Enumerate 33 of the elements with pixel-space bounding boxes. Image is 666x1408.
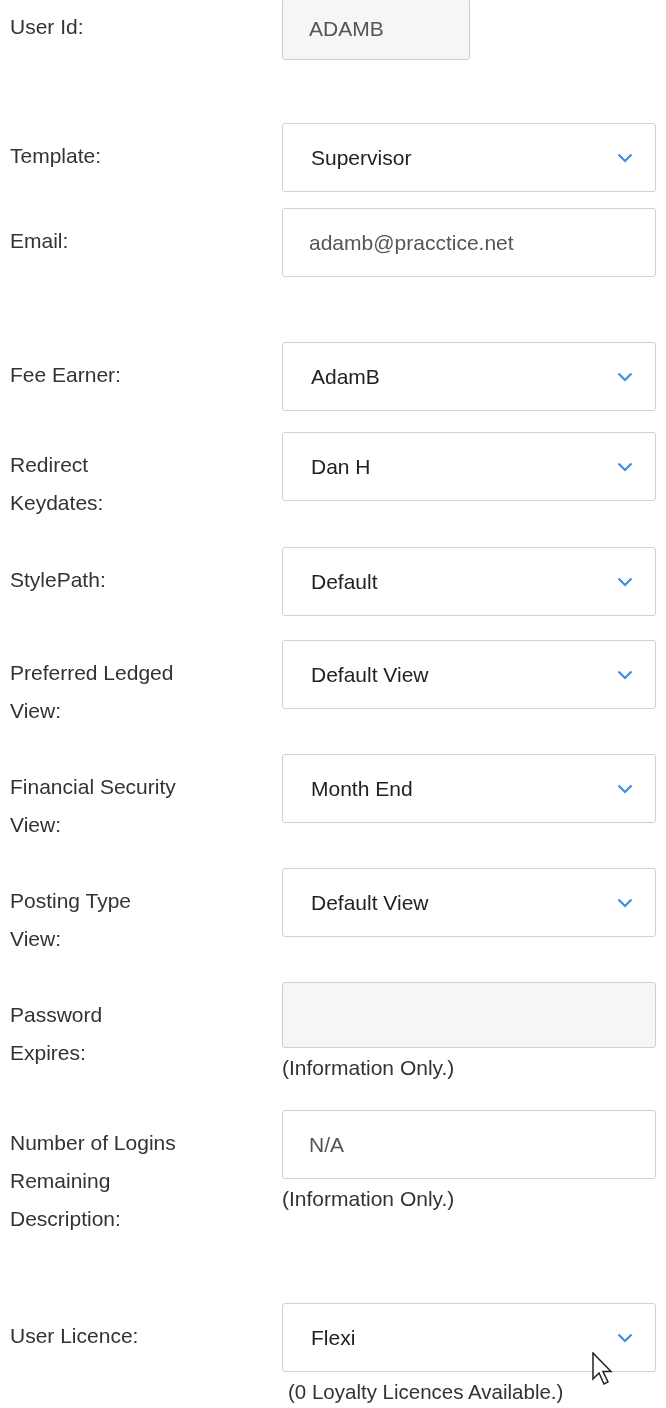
field-label: Email: [9, 228, 70, 254]
info-note: (Information Only.) [282, 1055, 456, 1081]
field-label: Posting Type View: [9, 888, 133, 952]
field-label: Redirect Keydates: [9, 452, 105, 516]
field-label: Financial Security View: [9, 774, 177, 838]
chevron-down-icon [617, 783, 633, 794]
dropdown[interactable]: Default View [282, 640, 656, 709]
chevron-down-icon [617, 371, 633, 382]
chevron-down-icon [617, 152, 633, 163]
field-label: StylePath: [9, 567, 107, 593]
chevron-down-icon [617, 669, 633, 680]
input-field[interactable]: N/A [282, 1110, 656, 1179]
info-note: (0 Loyalty Licences Available.) [288, 1379, 565, 1405]
dropdown[interactable]: Supervisor [282, 123, 656, 192]
dropdown[interactable]: Default View [282, 868, 656, 937]
dropdown[interactable]: AdamB [282, 342, 656, 411]
chevron-down-icon [617, 897, 633, 908]
field-label: Template: [9, 143, 103, 169]
field-label: User Id: [9, 14, 85, 40]
chevron-down-icon [617, 461, 633, 472]
field-label: Password Expires: [9, 1002, 104, 1066]
field-label: User Licence: [9, 1323, 140, 1349]
chevron-down-icon [617, 576, 633, 587]
field-label: Fee Earner: [9, 362, 122, 388]
dropdown[interactable]: Month End [282, 754, 656, 823]
field-label: Preferred Ledged View: [9, 660, 175, 724]
dropdown[interactable]: Flexi [282, 1303, 656, 1372]
chevron-down-icon [617, 1332, 633, 1343]
dropdown[interactable]: Default [282, 547, 656, 616]
input-field[interactable]: adamb@pracctice.net [282, 208, 656, 277]
info-note: (Information Only.) [282, 1186, 456, 1212]
field-label: Number of Logins Remaining Description: [9, 1130, 177, 1232]
dropdown[interactable]: Dan H [282, 432, 656, 501]
